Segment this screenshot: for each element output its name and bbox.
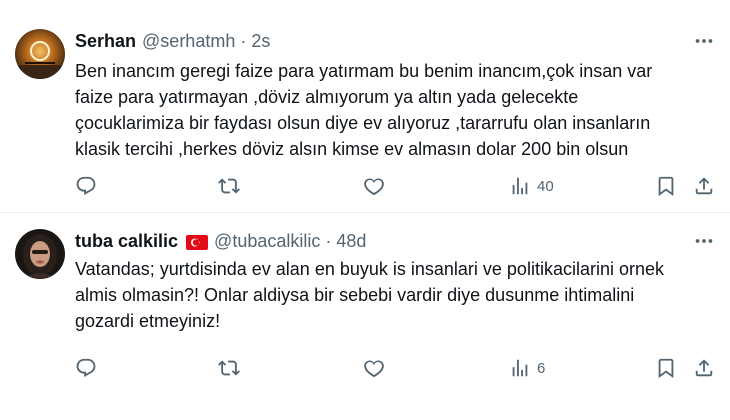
reply-icon[interactable] — [75, 355, 97, 381]
user-handle[interactable]: @serhatmh — [142, 31, 235, 52]
separator: · — [240, 30, 247, 51]
views-icon[interactable]: 6 — [509, 355, 545, 381]
tweet-header: tuba calkilic @tubacalkilic · 48d — [75, 230, 366, 252]
avatar[interactable] — [15, 229, 65, 279]
display-name[interactable]: tuba calkilic — [75, 231, 178, 252]
tweet-actions: 6 — [75, 355, 720, 381]
bookmark-icon[interactable] — [655, 355, 677, 381]
retweet-icon[interactable] — [218, 355, 240, 381]
tweet[interactable]: tuba calkilic @tubacalkilic · 48d Vatand… — [0, 213, 730, 420]
retweet-icon[interactable] — [218, 173, 240, 199]
bookmark-icon[interactable] — [655, 173, 677, 199]
tweet-actions: 40 — [75, 173, 720, 199]
share-icon[interactable] — [693, 355, 715, 381]
tweet-header: Serhan @serhatmh · 2s — [75, 30, 270, 52]
tweet-text: Vatandas; yurtdisinda ev alan en buyuk i… — [75, 259, 664, 331]
more-icon[interactable] — [690, 230, 718, 252]
separator: · — [325, 230, 332, 251]
views-icon[interactable]: 40 — [509, 173, 554, 199]
tweet-text: Ben inancım geregi faize para yatırmam b… — [75, 61, 653, 159]
more-icon[interactable] — [690, 30, 718, 52]
tweet[interactable]: Serhan @serhatmh · 2s Ben inancım geregi… — [0, 0, 730, 213]
like-icon[interactable] — [363, 355, 385, 381]
display-name[interactable]: Serhan — [75, 31, 136, 52]
timestamp[interactable]: 2s — [251, 31, 270, 52]
user-handle[interactable]: @tubacalkilic — [214, 231, 320, 252]
views-count: 40 — [537, 177, 554, 195]
like-icon[interactable] — [363, 173, 385, 199]
turkey-flag-icon — [186, 234, 209, 250]
views-count: 6 — [537, 359, 546, 377]
reply-icon[interactable] — [75, 173, 97, 199]
avatar[interactable] — [15, 29, 65, 79]
share-icon[interactable] — [693, 173, 715, 199]
timestamp[interactable]: 48d — [336, 231, 366, 252]
